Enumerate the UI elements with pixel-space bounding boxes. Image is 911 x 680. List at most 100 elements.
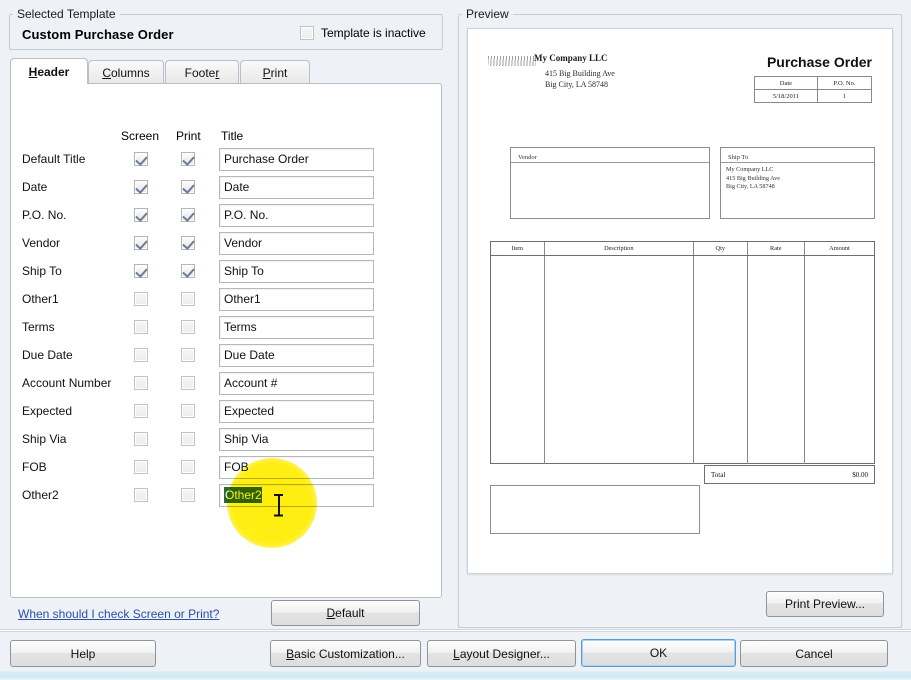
preview-company-name: My Company LLC [534,53,608,63]
template-inactive-checkbox[interactable]: Template is inactive [300,26,426,40]
screen-checkbox[interactable] [134,376,148,390]
preview-vendor-box-header: Vendor [511,148,709,163]
header-field-row: P.O. No.P.O. No. [11,201,441,229]
field-label: Vendor [22,236,60,250]
template-preview: My Company LLC 415 Big Building Ave Big … [467,28,893,574]
print-checkbox[interactable] [181,264,195,278]
field-label: Other2 [22,488,59,502]
screen-checkbox[interactable] [134,432,148,446]
field-label: Expected [22,404,72,418]
tab-columns[interactable]: Columns [88,60,164,84]
window-bottom-accent [0,671,911,680]
tab-label: Print [263,66,288,80]
print-checkbox[interactable] [181,208,195,222]
screen-checkbox[interactable] [134,264,148,278]
cancel-button-label: Cancel [795,647,832,661]
header-field-row: Ship ToShip To [11,257,441,285]
ok-button-label: OK [650,646,667,660]
screen-checkbox[interactable] [134,236,148,250]
help-button[interactable]: Help [10,640,156,667]
tab-footer[interactable]: Footer [165,60,239,84]
tab-print[interactable]: Print [240,60,310,84]
field-label: FOB [22,460,47,474]
print-preview-button-label: Print Preview... [785,597,865,611]
preview-col-qty: Qty [694,242,748,255]
preview-total-label: Total [711,471,725,479]
screen-checkbox[interactable] [134,152,148,166]
table-row: 5/18/2011 1 [755,90,872,103]
preview-cell-rate [748,256,805,464]
print-checkbox[interactable] [181,152,195,166]
header-tab-panel: Screen Print Title Default TitlePurchase… [10,83,442,598]
title-input[interactable]: Date [219,176,374,199]
ok-button[interactable]: OK [581,639,736,667]
title-input[interactable]: Due Date [219,344,374,367]
title-input[interactable]: Ship To [219,260,374,283]
screen-checkbox[interactable] [134,404,148,418]
screen-checkbox[interactable] [134,320,148,334]
screen-checkbox[interactable] [134,488,148,502]
cancel-button[interactable]: Cancel [740,640,888,667]
when-to-check-screen-or-print-link[interactable]: When should I check Screen or Print? [18,607,219,621]
print-checkbox[interactable] [181,320,195,334]
title-input[interactable]: Expected [219,400,374,423]
preview-shipto-line1: My Company LLC [726,166,874,175]
preview-shipto-label: Ship To [728,154,748,161]
basic-customization-button-label: Basic Customization... [286,647,405,661]
print-checkbox[interactable] [181,348,195,362]
print-checkbox[interactable] [181,404,195,418]
preview-meta-table: Date P.O. No. 5/18/2011 1 [754,76,872,103]
print-checkbox[interactable] [181,236,195,250]
title-input[interactable]: Account # [219,372,374,395]
preview-cell-item [491,256,545,464]
title-input[interactable]: P.O. No. [219,204,374,227]
title-input[interactable]: Other2 [219,484,374,507]
layout-designer-button[interactable]: Layout Designer... [427,640,576,667]
screen-checkbox[interactable] [134,208,148,222]
preview-cell-description [545,256,694,464]
default-button[interactable]: Default [271,600,420,626]
screen-checkbox[interactable] [134,292,148,306]
column-header-print: Print [176,129,201,143]
preview-company-address: 415 Big Building Ave Big City, LA 58748 [545,68,615,90]
preview-document-title: Purchase Order [767,54,872,70]
print-checkbox[interactable] [181,376,195,390]
title-input[interactable]: Terms [219,316,374,339]
title-input[interactable]: Vendor [219,232,374,255]
print-checkbox[interactable] [181,292,195,306]
basic-customization-button[interactable]: Basic Customization... [270,640,421,667]
print-checkbox[interactable] [181,432,195,446]
template-inactive-label: Template is inactive [321,26,426,40]
tab-label: Header [29,65,70,79]
field-label: Terms [22,320,55,334]
preview-shipto-box-header: Ship To [721,148,874,163]
preview-shipto-body: My Company LLC 415 Big Building Ave Big … [721,163,874,192]
checkbox-icon[interactable] [300,26,314,40]
title-input[interactable]: FOB [219,456,374,479]
tabstrip: Header Columns Footer Print [10,60,442,84]
preview-meta-header-pono: P.O. No. [817,77,871,90]
preview-shipto-box: Ship To My Company LLC 415 Big Building … [720,147,875,219]
tab-header[interactable]: Header [10,58,88,84]
tab-label: Footer [185,66,220,80]
print-checkbox[interactable] [181,460,195,474]
preview-vendor-label: Vendor [518,154,537,161]
title-input[interactable]: Purchase Order [219,148,374,171]
help-button-label: Help [71,647,96,661]
preview-shipto-line2: 415 Big Building Ave [726,175,874,184]
print-preview-button[interactable]: Print Preview... [766,591,884,617]
preview-line-items-table: Item Description Qty Rate Amount [490,241,875,464]
title-input[interactable]: Other1 [219,288,374,311]
print-checkbox[interactable] [181,180,195,194]
preview-meta-header-date: Date [755,77,818,90]
screen-checkbox[interactable] [134,180,148,194]
preview-col-rate: Rate [748,242,805,255]
screen-checkbox[interactable] [134,348,148,362]
preview-address-line1: 415 Big Building Ave [545,68,615,79]
selected-template-group-label: Selected Template [13,7,120,21]
screen-checkbox[interactable] [134,460,148,474]
print-checkbox[interactable] [181,488,195,502]
title-input[interactable]: Ship Via [219,428,374,451]
field-label: Other1 [22,292,59,306]
preview-total-value: $0.00 [852,471,868,479]
